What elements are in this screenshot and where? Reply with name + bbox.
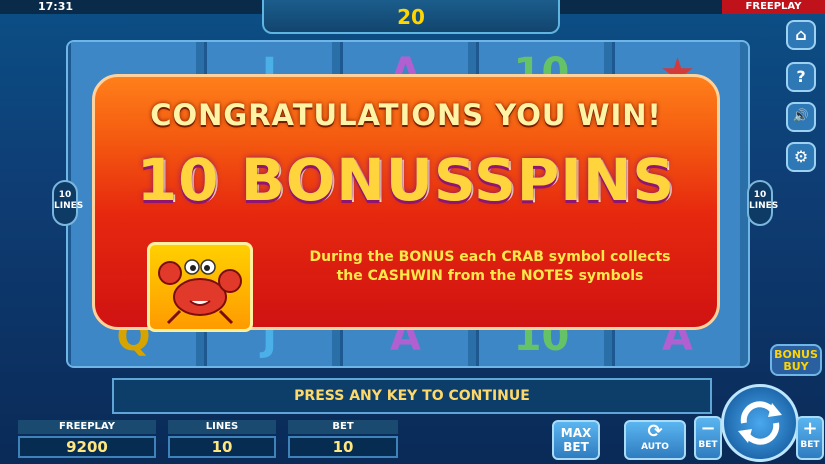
crab-symbol xyxy=(147,242,253,332)
bet-minus-label: BET xyxy=(698,440,718,450)
freeplay-panel: FREEPLAY 9200 xyxy=(18,420,156,460)
bonus-spins-headline: 10 BONUSSPINS xyxy=(136,146,676,214)
minus-icon: − xyxy=(700,418,716,439)
continue-prompt[interactable]: PRESS ANY KEY TO CONTINUE xyxy=(112,378,712,414)
bet-plus-button[interactable]: + BET xyxy=(796,416,824,460)
win-counter: 20 xyxy=(262,0,560,34)
bonus-description: During the BONUS each CRAB symbol collec… xyxy=(309,249,671,284)
bonus-buy-button[interactable]: BONUS BUY xyxy=(770,344,822,376)
mode-tag: FREEPLAY xyxy=(722,0,825,14)
autoplay-button[interactable]: ⟳ AUTO xyxy=(624,420,686,460)
bet-panel: BET 10 xyxy=(288,420,398,460)
settings-icon[interactable]: ⚙ xyxy=(786,142,816,172)
max-bet-button[interactable]: MAX BET xyxy=(552,420,600,460)
lines-badge-right: 10 LINES xyxy=(747,180,778,226)
freeplay-label: FREEPLAY xyxy=(18,420,156,434)
crab-icon xyxy=(158,259,242,325)
spin-icon xyxy=(738,401,782,445)
home-icon[interactable]: ⌂ xyxy=(786,20,816,50)
congrats-title: CONGRATULATIONS YOU WIN! xyxy=(150,98,662,132)
sound-icon[interactable]: 🔊 xyxy=(786,102,816,132)
bet-label: BET xyxy=(288,420,398,434)
lines-badge-left: 10 LINES xyxy=(52,180,83,226)
plus-icon: + xyxy=(802,418,818,439)
spin-button[interactable] xyxy=(721,384,799,462)
clock: 17:31 xyxy=(38,0,74,13)
lines-value[interactable]: 10 xyxy=(168,436,276,458)
bet-value[interactable]: 10 xyxy=(288,436,398,458)
bet-minus-button[interactable]: − BET xyxy=(694,416,722,460)
help-icon[interactable]: ? xyxy=(786,62,816,92)
lines-label: LINES xyxy=(168,420,276,434)
freeplay-value: 9200 xyxy=(18,436,156,458)
autoplay-label: AUTO xyxy=(641,442,669,452)
autoplay-icon: ⟳ xyxy=(647,421,663,442)
lines-panel: LINES 10 xyxy=(168,420,276,460)
bet-plus-label: BET xyxy=(800,440,820,450)
